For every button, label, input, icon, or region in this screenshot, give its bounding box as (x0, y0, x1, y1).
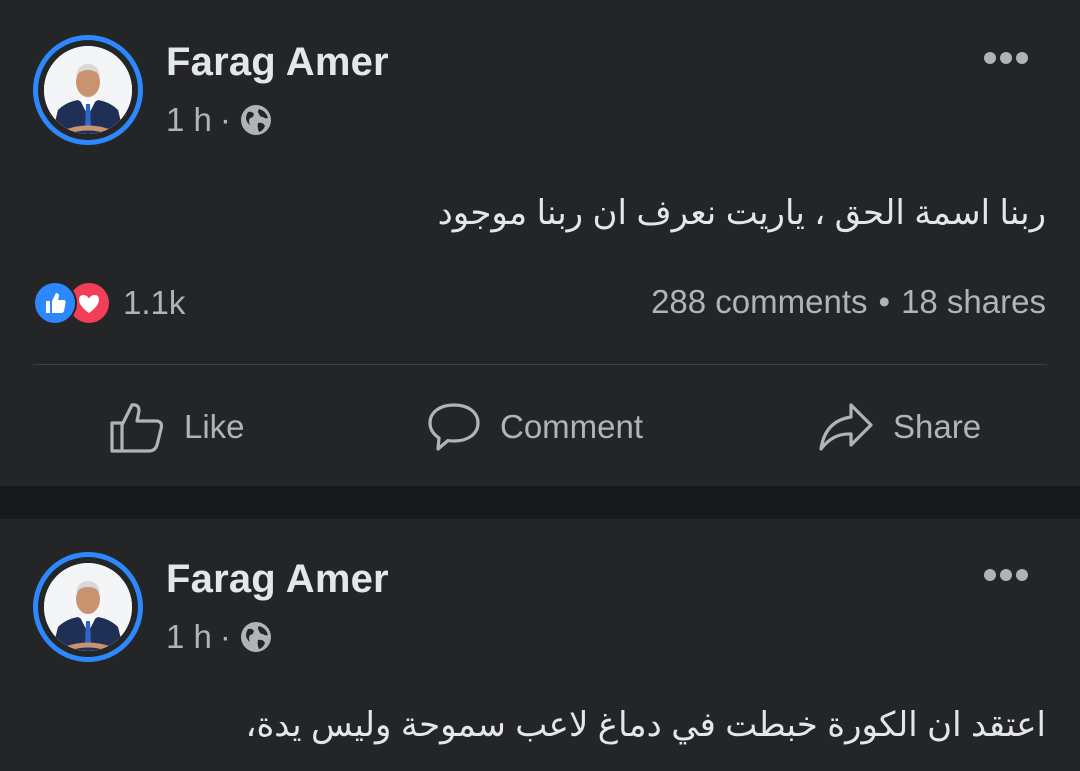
avatar[interactable] (33, 552, 143, 662)
post-card: Farag Amer 1 h · ربنا اسمة الحق ، ياريت … (0, 0, 1080, 486)
share-icon (819, 403, 873, 451)
post-meta: 1 h · (166, 101, 273, 139)
like-reaction-icon (33, 281, 77, 325)
comment-label: Comment (500, 408, 644, 445)
post-text: اعتقد ان الكورة خبطت في دماغ لاعب سموحة … (245, 706, 1047, 744)
comments-count[interactable]: 288 comments (651, 283, 867, 321)
globe-icon (240, 105, 271, 135)
meta-separator: · (219, 618, 231, 655)
author-name[interactable]: Farag Amer (166, 557, 389, 602)
post-meta: 1 h · (166, 618, 273, 656)
post-time[interactable]: 1 h (166, 101, 212, 139)
stats-separator: • (878, 283, 891, 320)
like-icon (110, 403, 164, 453)
like-button[interactable]: Like (108, 397, 245, 457)
post-card: Farag Amer 1 h · اعتقد ان الكورة خبطت في… (0, 519, 1080, 771)
profile-photo (44, 563, 132, 651)
meta-separator: · (219, 101, 231, 138)
share-button[interactable]: Share (817, 397, 981, 457)
post-time[interactable]: 1 h (166, 618, 212, 656)
more-options-icon[interactable] (982, 567, 1030, 583)
avatar[interactable] (33, 35, 143, 145)
profile-photo (44, 46, 132, 134)
comment-button[interactable]: Comment (426, 397, 643, 457)
reaction-count: 1.1k (123, 284, 186, 321)
post-text: ربنا اسمة الحق ، ياريت نعرف ان ربنا موجو… (437, 194, 1046, 232)
globe-icon (240, 622, 271, 652)
reactions-summary[interactable]: 1.1k (33, 281, 185, 325)
divider (33, 364, 1047, 365)
author-name[interactable]: Farag Amer (166, 40, 389, 85)
comment-icon (428, 403, 480, 451)
shares-count[interactable]: 18 shares (901, 283, 1046, 321)
like-label: Like (184, 408, 245, 445)
share-label: Share (893, 408, 982, 445)
post-stats: 288 comments • 18 shares (651, 283, 1046, 321)
more-options-icon[interactable] (982, 50, 1030, 66)
